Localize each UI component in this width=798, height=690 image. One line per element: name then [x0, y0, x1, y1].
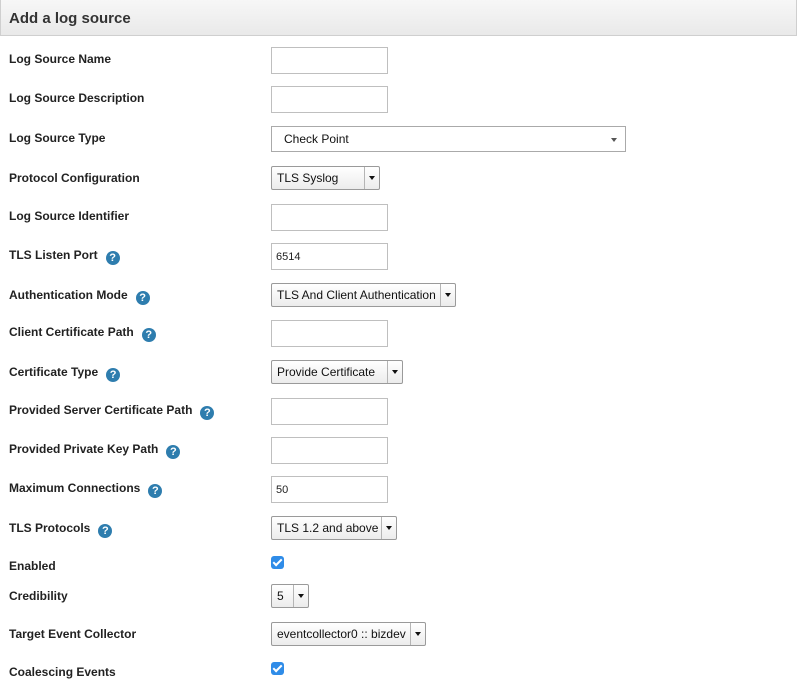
tls-protocols-label: TLS Protocols? [9, 521, 113, 538]
credibility-label: Credibility [9, 589, 68, 603]
credibility-select[interactable]: 5 [271, 584, 309, 608]
log-source-identifier-label: Log Source Identifier [9, 209, 130, 223]
chevron-down-icon [387, 361, 402, 383]
help-icon[interactable]: ? [148, 484, 163, 498]
provided-private-key-path-label: Provided Private Key Path? [9, 442, 181, 459]
help-icon[interactable]: ? [141, 328, 156, 342]
help-icon[interactable]: ? [166, 445, 181, 459]
provided-server-certificate-path-label: Provided Server Certificate Path? [9, 403, 215, 420]
log-source-description-input[interactable] [271, 86, 388, 113]
maximum-connections-label-text: Maximum Connections [9, 481, 141, 495]
client-certificate-path-input[interactable] [271, 320, 388, 347]
certificate-type-label-text: Certificate Type [9, 365, 99, 379]
log-source-type-value: Check Point [284, 132, 349, 146]
log-source-type-select[interactable]: Check Point [271, 126, 626, 152]
certificate-type-label: Certificate Type? [9, 365, 121, 382]
chevron-down-icon [293, 585, 308, 607]
client-certificate-path-label: Client Certificate Path? [9, 325, 156, 342]
coalescing-events-checkbox[interactable] [271, 662, 284, 675]
tls-protocols-label-text: TLS Protocols [9, 521, 91, 535]
authentication-mode-value: TLS And Client Authentication [277, 288, 436, 302]
tls-listen-port-label: TLS Listen Port? [9, 248, 120, 265]
provided-server-certificate-path-input[interactable] [271, 398, 388, 425]
chevron-down-icon [364, 167, 379, 189]
tls-protocols-value: TLS 1.2 and above [277, 521, 379, 535]
protocol-configuration-label: Protocol Configuration [9, 171, 140, 185]
enabled-checkbox[interactable] [271, 556, 284, 569]
authentication-mode-label-text: Authentication Mode [9, 288, 128, 302]
protocol-configuration-select[interactable]: TLS Syslog [271, 166, 380, 190]
tls-listen-port-label-text: TLS Listen Port [9, 248, 98, 262]
chevron-down-icon [440, 284, 455, 306]
certificate-type-value: Provide Certificate [277, 365, 376, 379]
chevron-down-icon [381, 517, 396, 539]
authentication-mode-select[interactable]: TLS And Client Authentication [271, 283, 456, 307]
help-icon[interactable]: ? [106, 368, 121, 382]
provided-server-certificate-path-label-text: Provided Server Certificate Path [9, 403, 193, 417]
log-source-type-label: Log Source Type [9, 131, 106, 145]
credibility-value: 5 [277, 589, 284, 603]
client-certificate-path-label-text: Client Certificate Path [9, 325, 134, 339]
enabled-label: Enabled [9, 559, 56, 573]
help-icon[interactable]: ? [98, 524, 113, 538]
tls-listen-port-input[interactable] [271, 243, 388, 270]
target-event-collector-select[interactable]: eventcollector0 :: bizdev [271, 622, 426, 646]
tls-protocols-select[interactable]: TLS 1.2 and above [271, 516, 397, 540]
certificate-type-select[interactable]: Provide Certificate [271, 360, 403, 384]
maximum-connections-input[interactable] [271, 476, 388, 503]
panel-header: Add a log source [0, 0, 797, 36]
target-event-collector-value: eventcollector0 :: bizdev [277, 627, 406, 641]
chevron-down-icon [410, 623, 425, 645]
coalescing-events-label: Coalescing Events [9, 665, 116, 679]
help-icon[interactable]: ? [135, 291, 150, 305]
authentication-mode-label: Authentication Mode? [9, 288, 150, 305]
log-source-name-label: Log Source Name [9, 52, 112, 66]
provided-private-key-path-input[interactable] [271, 437, 388, 464]
help-icon[interactable]: ? [200, 406, 215, 420]
protocol-configuration-value: TLS Syslog [277, 171, 339, 185]
target-event-collector-label: Target Event Collector [9, 627, 137, 641]
help-icon[interactable]: ? [105, 251, 120, 265]
log-source-identifier-input[interactable] [271, 204, 388, 231]
page-title: Add a log source [9, 10, 131, 27]
maximum-connections-label: Maximum Connections? [9, 481, 163, 498]
log-source-name-input[interactable] [271, 47, 388, 74]
log-source-description-label: Log Source Description [9, 91, 145, 105]
chevron-down-icon [611, 138, 617, 142]
provided-private-key-path-label-text: Provided Private Key Path [9, 442, 159, 456]
